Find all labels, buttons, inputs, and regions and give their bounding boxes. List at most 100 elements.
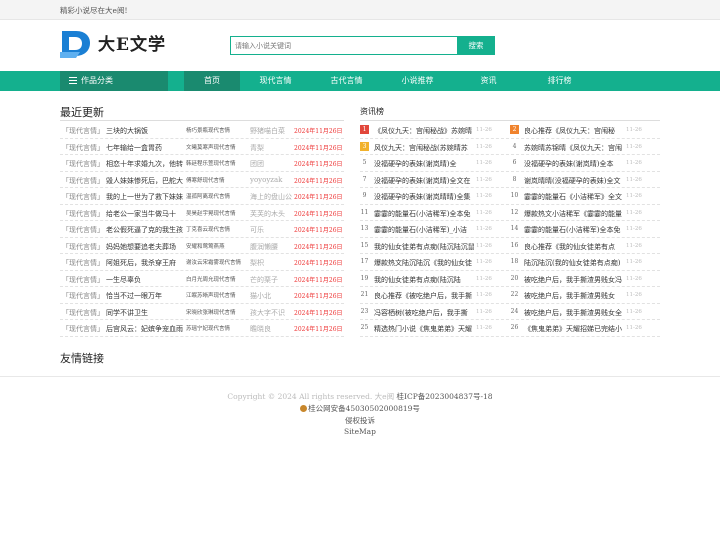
row-chapter[interactable]: 谢汝云宋霜雾现代言情 — [186, 258, 250, 266]
ranking-item[interactable]: 1 《凤仪九天：宫闱秘战》苏婉晴 11-26 — [360, 122, 510, 138]
rank-article-title[interactable]: 陆沉陆沉(我的仙女徒弟有点痴) — [524, 258, 624, 268]
row-book-title[interactable]: 毁人妹妹惨死后，巴舵大 — [106, 176, 184, 186]
row-book-title[interactable]: 后宫风云：妃嫔争宠血雨 — [106, 324, 184, 334]
row-chapter[interactable]: 傅寒舒现代言情 — [186, 176, 250, 184]
row-category[interactable]: 「现代言情」 — [62, 324, 104, 334]
search-button[interactable]: 搜索 — [457, 36, 495, 55]
row-chapter[interactable]: 韩廷程乐萱现代言情 — [186, 159, 250, 167]
row-chapter[interactable]: 杨巧景瓶现代言情 — [186, 126, 250, 134]
ranking-item[interactable]: 8 谢岚晴晴(没福硬孕的表妹)全文 11-26 — [510, 172, 660, 188]
category-menu-button[interactable]: 作品分类 — [60, 71, 168, 91]
rank-article-title[interactable]: 苏婉晴苏锦晴《凤仪九天：宫闱 — [524, 143, 624, 153]
ranking-item[interactable]: 26 《焦鬼弟弟》天耀招娣已完结小 11-26 — [510, 320, 660, 336]
row-book-title[interactable]: 三块的大锅饭 — [106, 126, 184, 136]
ranking-item[interactable]: 15 我的仙女徒弟有点痴(陆沉陆沉鼠 11-26 — [360, 238, 510, 254]
ranking-item[interactable]: 20 被吃绝户后，我手撕渣男贱女冯 11-26 — [510, 271, 660, 287]
rank-article-title[interactable]: 精选热门小说《焦鬼弟弟》天耀 — [374, 324, 474, 334]
row-category[interactable]: 「现代言情」 — [62, 291, 104, 301]
ranking-item[interactable]: 24 被吃绝户后，我手撕渣男贱女全 11-26 — [510, 304, 660, 320]
ranking-item[interactable]: 11 霎霎的能量石(小洁稀军)全本免 11-26 — [360, 205, 510, 221]
row-category[interactable]: 「现代言情」 — [62, 209, 104, 219]
row-category[interactable]: 「现代言情」 — [62, 192, 104, 202]
police-record-link[interactable]: 桂公网安备45030502000819号 — [308, 404, 420, 413]
row-chapter[interactable]: 丁克喜云现代言情 — [186, 225, 250, 233]
row-chapter[interactable]: 白月光周允现代言情 — [186, 275, 250, 283]
row-chapter[interactable]: 宋晓欣张琳现代言情 — [186, 308, 250, 316]
row-chapter[interactable]: 温孤阿离现代言情 — [186, 192, 250, 200]
row-author[interactable]: 可乐 — [250, 225, 292, 235]
row-chapter[interactable]: 吴昊赵宇晃现代言情 — [186, 209, 250, 217]
ranking-item[interactable]: 23 冯容栖树(被吃绝户后，我手撕 11-26 — [360, 304, 510, 320]
nav-item[interactable]: 现代言情 — [240, 71, 311, 91]
row-author[interactable]: 芙芙的木头 — [250, 209, 292, 219]
ranking-item[interactable]: 6 没福硬孕的表妹(谢岚晴)全本 11-26 — [510, 155, 660, 171]
ranking-item[interactable]: 17 爆款热文陆沉陆沉《我的仙女徒 11-26 — [360, 254, 510, 270]
rank-article-title[interactable]: 没福硬孕的表妹(谢岚晴)全 — [374, 159, 474, 169]
row-author[interactable]: 青梨 — [250, 143, 292, 153]
row-book-title[interactable]: 一生尽辜负 — [106, 275, 184, 285]
row-category[interactable]: 「现代言情」 — [62, 143, 104, 153]
row-category[interactable]: 「现代言情」 — [62, 242, 104, 252]
site-logo[interactable]: 大E文学 — [60, 28, 170, 62]
ranking-item[interactable]: 25 精选热门小说《焦鬼弟弟》天耀 11-26 — [360, 320, 510, 336]
row-category[interactable]: 「现代言情」 — [62, 159, 104, 169]
report-link[interactable]: 侵权投诉 — [0, 415, 720, 426]
rank-article-title[interactable]: 霎霎的能量石(小洁稀军)_小洁 — [374, 225, 474, 235]
ranking-item[interactable]: 7 没福硬孕的表妹(谢岚晴)全文在 11-26 — [360, 172, 510, 188]
rank-article-title[interactable]: 霎霎的能量石(小洁稀军)全本免 — [374, 209, 474, 219]
ranking-item[interactable]: 16 良心推荐《我的仙女徒弟有点 11-26 — [510, 238, 660, 254]
row-author[interactable]: yoyoyzak — [250, 176, 292, 184]
rank-article-title[interactable]: 霎霎的能量石(小洁稀军)全本免 — [524, 225, 624, 235]
row-book-title[interactable]: 老公假死逼了克的我生孩 — [106, 225, 184, 235]
search-input[interactable] — [230, 36, 458, 55]
ranking-item[interactable]: 5 没福硬孕的表妹(谢岚晴)全 11-26 — [360, 155, 510, 171]
ranking-item[interactable]: 14 霎霎的能量石(小洁稀军)全本免 11-26 — [510, 221, 660, 237]
row-author[interactable]: 猫小北 — [250, 291, 292, 301]
rank-article-title[interactable]: 《焦鬼弟弟》天耀招娣已完结小 — [524, 324, 624, 334]
row-author[interactable]: 芒的栗子 — [250, 275, 292, 285]
rank-article-title[interactable]: 我的仙女徒弟有点痴(陆沉陆沉鼠 — [374, 242, 474, 252]
row-book-title[interactable]: 相恋十年求婚九次，他转 — [106, 159, 184, 169]
rank-article-title[interactable]: 风仪九天：宫闱秘战(苏婉晴苏 — [374, 143, 474, 153]
row-chapter[interactable]: 江眠苏晰声现代言情 — [186, 291, 250, 299]
row-category[interactable]: 「现代言情」 — [62, 176, 104, 186]
rank-article-title[interactable]: 没福硬孕的表妹(谢岚晴晴)全集 — [374, 192, 474, 202]
ranking-item[interactable]: 18 陆沉陆沉(我的仙女徒弟有点痴) 11-26 — [510, 254, 660, 270]
ranking-item[interactable]: 9 没福硬孕的表妹(谢岚晴晴)全集 11-26 — [360, 188, 510, 204]
ranking-item[interactable]: 13 霎霎的能量石(小洁稀军)_小洁 11-26 — [360, 221, 510, 237]
row-category[interactable]: 「现代言情」 — [62, 126, 104, 136]
row-chapter[interactable]: 苏瑶宁妃现代言情 — [186, 324, 250, 332]
row-book-title[interactable]: 妈妈她想要追老夫葬场 — [106, 242, 184, 252]
rank-article-title[interactable]: 被吃绝户后，我手撕渣男贱女 — [524, 291, 624, 301]
row-chapter[interactable]: 文曦莫寒声现代言情 — [186, 143, 250, 151]
nav-item[interactable]: 古代言情 — [311, 71, 382, 91]
nav-item[interactable]: 首页 — [184, 71, 240, 91]
rank-article-title[interactable]: 我的仙女徒弟有点痴(陆沉陆 — [374, 275, 474, 285]
ranking-item[interactable]: 10 霎霎的能量石《小洁稀军》全文 11-26 — [510, 188, 660, 204]
row-author[interactable]: 野猪喵白菜 — [250, 126, 292, 136]
rank-article-title[interactable]: 被吃绝户后，我手撕渣男贱女全 — [524, 308, 624, 318]
row-author[interactable]: 瞻晓良 — [250, 324, 292, 334]
rank-article-title[interactable]: 爆款热文陆沉陆沉《我的仙女徒 — [374, 258, 474, 268]
icp-link[interactable]: 桂ICP备2023004837号-18 — [397, 392, 493, 401]
row-category[interactable]: 「现代言情」 — [62, 308, 104, 318]
rank-article-title[interactable]: 良心推荐《被吃绝户后，我手撕 — [374, 291, 474, 301]
ranking-item[interactable]: 19 我的仙女徒弟有点痴(陆沉陆 11-26 — [360, 271, 510, 287]
row-author[interactable]: 团团 — [250, 159, 292, 169]
row-book-title[interactable]: 阿姐死后，我杀穿王府 — [106, 258, 184, 268]
rank-article-title[interactable]: 谢岚晴晴(没福硬孕的表妹)全文 — [524, 176, 624, 186]
rank-article-title[interactable]: 良心推荐《我的仙女徒弟有点 — [524, 242, 624, 252]
row-author[interactable]: 梨枳 — [250, 258, 292, 268]
nav-item[interactable]: 小说推荐 — [382, 71, 453, 91]
rank-article-title[interactable]: 良心推荐《凤仪九天：宫闱秘 — [524, 126, 624, 136]
row-category[interactable]: 「现代言情」 — [62, 275, 104, 285]
ranking-item[interactable]: 22 被吃绝户后，我手撕渣男贱女 11-26 — [510, 287, 660, 303]
row-author[interactable]: 腹润懒腰 — [250, 242, 292, 252]
row-category[interactable]: 「现代言情」 — [62, 225, 104, 235]
ranking-item[interactable]: 12 爆款热文小洁稀军《霎霎的能量 11-26 — [510, 205, 660, 221]
rank-article-title[interactable]: 爆款热文小洁稀军《霎霎的能量 — [524, 209, 624, 219]
row-category[interactable]: 「现代言情」 — [62, 258, 104, 268]
row-book-title[interactable]: 给老公一家当牛做马十 — [106, 209, 184, 219]
ranking-item[interactable]: 21 良心推荐《被吃绝户后，我手撕 11-26 — [360, 287, 510, 303]
ranking-item[interactable]: 2 良心推荐《凤仪九天：宫闱秘 11-26 — [510, 122, 660, 138]
